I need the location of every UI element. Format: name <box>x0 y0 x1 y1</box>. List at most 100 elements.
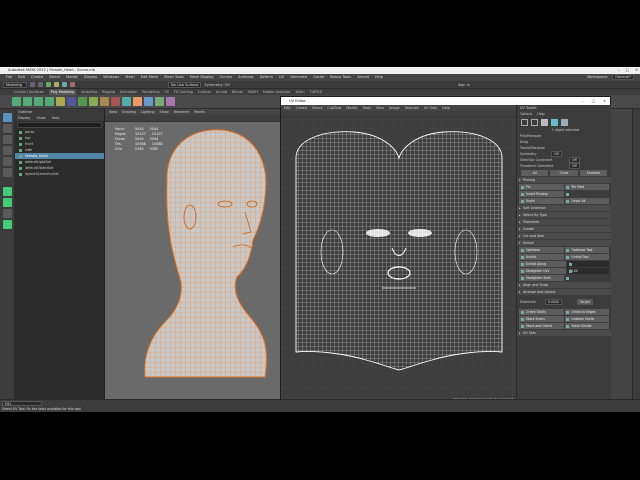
outliner-menu-show[interactable]: Show <box>37 115 46 121</box>
uv-menu-textures[interactable]: Textures <box>405 105 419 111</box>
unstack-shells-button[interactable]: Unstack Shells <box>564 316 609 322</box>
paint-select-icon[interactable] <box>3 135 12 144</box>
toolkit-menu-options[interactable]: Options <box>520 111 532 117</box>
stack-similar-button[interactable]: Stack Similar <box>564 323 609 329</box>
menu-arnold[interactable]: Arnold <box>357 74 369 81</box>
menu-mesh-tools[interactable]: Mesh Tools <box>164 74 183 81</box>
select-tool-icon[interactable] <box>3 113 12 122</box>
menu-display[interactable]: Display <box>84 74 97 81</box>
close-button[interactable]: ✕ <box>635 67 638 74</box>
single-pane-icon[interactable] <box>3 187 12 196</box>
plane-tool-icon[interactable] <box>56 97 65 106</box>
distribute-field[interactable]: 0.0000 <box>545 299 563 305</box>
menu-help[interactable]: Help <box>375 74 383 81</box>
uv-editor-icon[interactable] <box>155 97 164 106</box>
live-surface-field[interactable]: No Live Surface <box>168 81 202 88</box>
bridge-tool-icon[interactable] <box>122 97 131 106</box>
unpin-button[interactable]: Unpin <box>519 198 564 204</box>
four-pane-icon[interactable] <box>3 198 12 207</box>
snap-icon[interactable] <box>54 82 59 87</box>
mel-command-input[interactable]: MEL <box>2 401 42 406</box>
cube-tool-icon[interactable] <box>23 97 32 106</box>
attribute-editor-tabs[interactable] <box>632 109 640 399</box>
object-mode-icon[interactable] <box>521 119 528 126</box>
render-icon[interactable] <box>62 82 67 87</box>
vertex-mode-icon[interactable] <box>531 119 538 126</box>
cut-and-sew-section[interactable]: Cut and Sew <box>517 233 611 239</box>
viewport-menu-shading[interactable]: Shading <box>122 109 136 115</box>
menu-surfaces[interactable]: Surfaces <box>238 74 254 81</box>
lasso-tool-icon[interactable] <box>3 124 12 133</box>
orient-shells-button[interactable]: Orient Shells <box>519 309 564 315</box>
unfold-along-button[interactable]: Unfold Along <box>519 261 566 267</box>
menu-generate[interactable]: Generate <box>290 74 307 81</box>
face-mode-icon[interactable] <box>541 119 548 126</box>
extrude-tool-icon[interactable] <box>111 97 120 106</box>
transform-constraint-dropdown[interactable]: Off <box>569 163 580 169</box>
bevel-tool-icon[interactable] <box>133 97 142 106</box>
uv-mode-icon[interactable] <box>551 119 558 126</box>
orient-to-edges-button[interactable]: Orient to Edges <box>564 309 609 315</box>
viewport-menu-panels[interactable]: Panels <box>194 109 205 115</box>
target-button[interactable]: Target <box>577 299 593 305</box>
arrange-and-layout-section[interactable]: Arrange and Layout <box>517 289 611 295</box>
menu-windows[interactable]: Windows <box>103 74 119 81</box>
pin-button[interactable]: Pin <box>519 184 564 190</box>
workspace-dropdown[interactable]: General* <box>612 74 634 80</box>
maximize-button[interactable]: □ <box>626 67 629 74</box>
sign-in-link[interactable]: Sign In <box>458 83 470 87</box>
disc-tool-icon[interactable] <box>78 97 87 106</box>
viewport-menu-show[interactable]: Show <box>160 109 169 115</box>
unfold-tool-button[interactable]: Unfold Tool <box>564 254 609 260</box>
select-by-type-section[interactable]: Select By Type <box>517 212 611 218</box>
unfold-button[interactable]: Unfold <box>519 254 564 260</box>
menu-modify[interactable]: Modify <box>66 74 78 81</box>
stack-and-orient-button[interactable]: Stack and Orient <box>519 323 564 329</box>
unfold-along-axis[interactable]: U <box>567 261 609 267</box>
menu-mesh-display[interactable]: Mesh Display <box>190 74 214 81</box>
pinning-section[interactable]: Pinning <box>517 177 611 183</box>
rotate-tool-icon[interactable] <box>3 157 12 166</box>
align-and-snap-section[interactable]: Align and Snap <box>517 282 611 288</box>
transform-section[interactable]: Transform <box>517 219 611 225</box>
menu-deform[interactable]: Deform <box>260 74 273 81</box>
create-section[interactable]: Create <box>517 226 611 232</box>
straighten-uvs-button[interactable]: Straighten UVs <box>519 268 566 274</box>
minimize-button[interactable]: – <box>618 67 620 74</box>
ipr-icon[interactable] <box>70 82 75 87</box>
layout-icon[interactable] <box>3 209 12 218</box>
stack-shells-button[interactable]: Stack Shells <box>519 316 564 322</box>
select-all-button[interactable]: All <box>521 170 549 176</box>
outliner-menu-display[interactable]: Display <box>18 115 31 121</box>
torus-tool-icon[interactable] <box>67 97 76 106</box>
outliner-layout-icon[interactable] <box>3 220 12 229</box>
uv-menu-view[interactable]: View <box>376 105 384 111</box>
menu-select[interactable]: Select <box>49 74 60 81</box>
unpin-all-button[interactable]: Unpin All <box>564 198 609 204</box>
uv-menu-modify[interactable]: Modify <box>346 105 357 111</box>
unfold-section[interactable]: Unfold <box>517 240 611 246</box>
select-mode-icon[interactable] <box>46 82 51 87</box>
menu-curves[interactable]: Curves <box>220 74 232 81</box>
workspace-selector[interactable]: Workspace: General* <box>587 74 634 81</box>
menu-edit[interactable]: Edit <box>18 74 25 81</box>
straighten-angle-field[interactable]: 30.00 <box>567 268 609 274</box>
perspective-viewport[interactable]: View Shading Lighting Show Renderer Panels Ve… <box>105 109 280 399</box>
uv-menu-uv-sets[interactable]: UV Sets <box>424 105 437 111</box>
uv-shell-mode-icon[interactable] <box>561 119 568 126</box>
menu-file[interactable]: File <box>6 74 12 81</box>
menu-edit-mesh[interactable]: Edit Mesh <box>141 74 159 81</box>
uv-menu-cut-sew[interactable]: Cut/Sew <box>327 105 341 111</box>
outliner-search-input[interactable] <box>17 122 102 128</box>
cone-tool-icon[interactable] <box>45 97 54 106</box>
uv-menu-image[interactable]: Image <box>389 105 400 111</box>
outliner-menu-help[interactable]: Help <box>52 115 60 121</box>
optimize-button[interactable]: Optimize <box>519 247 564 253</box>
folder-icon[interactable] <box>30 82 35 87</box>
head-mesh[interactable] <box>105 122 280 399</box>
cylinder-tool-icon[interactable] <box>34 97 43 106</box>
select-shortest-button[interactable]: Shortest <box>579 170 607 176</box>
menu-bonus-tools[interactable]: Bonus Tools <box>330 74 351 81</box>
uv-sets-section[interactable]: UV Sets <box>517 330 611 336</box>
select-circle-button[interactable]: Circle <box>550 170 578 176</box>
